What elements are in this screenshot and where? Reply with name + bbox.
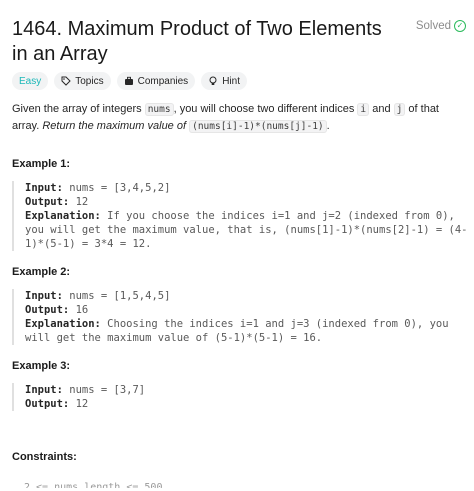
input-label: Input: [25,290,63,302]
tag-row: Easy Topics Companies Hint [12,72,247,90]
example-1-heading: Example 1: [12,158,71,170]
topics-button[interactable]: Topics [54,72,111,90]
solved-label: Solved [415,20,451,32]
desc-text: , you will choose two different indices [173,103,358,115]
constraints-heading: Constraints: [12,451,77,463]
inline-code: i [357,103,370,116]
check-circle-icon: ✓ [454,20,466,32]
difficulty-badge: Easy [12,72,49,90]
explanation-label: Explanation: [25,318,101,330]
hint-label: Hint [222,75,240,87]
lightbulb-icon [209,76,217,85]
solved-status: Solved ✓ [416,20,466,32]
example-2-heading: Example 2: [12,266,71,278]
desc-italic: Return the maximum value of [42,120,187,132]
briefcase-icon [124,76,133,85]
output-label: Output: [25,304,70,316]
input-value: nums = [1,5,4,5] [62,290,171,302]
constraint-item-partial: 2 <= nums.length <= 500 [24,482,163,488]
hint-button[interactable]: Hint [201,72,247,90]
topics-label: Topics [75,75,104,87]
input-label: Input: [25,384,63,396]
desc-text: . [326,120,330,132]
output-value: 12 [69,196,89,208]
example-3-block: Input: nums = [3,7] Output: 12 [12,383,474,411]
example-3-heading: Example 3: [12,360,71,372]
example-2-block: Input: nums = [1,5,4,5] Output: 16 Expla… [12,289,474,345]
inline-code: nums [144,103,174,116]
tag-icon [61,76,71,86]
desc-text: and [369,103,394,115]
output-label: Output: [25,398,70,410]
problem-description: Given the array of integers nums, you wi… [12,101,464,135]
inline-code: j [393,103,406,116]
output-value: 16 [69,304,89,316]
problem-title: 1464. Maximum Product of Two Elements in… [12,18,382,65]
input-value: nums = [3,7] [62,384,146,396]
companies-label: Companies [137,75,189,87]
desc-text: Given the array of integers [12,103,145,115]
explanation-label: Explanation: [25,210,101,222]
output-value: 12 [69,398,89,410]
inline-code: (nums[i]-1)*(nums[j]-1) [189,120,327,133]
companies-button[interactable]: Companies [116,72,196,90]
input-label: Input: [25,182,63,194]
output-label: Output: [25,196,70,208]
example-1-block: Input: nums = [3,4,5,2] Output: 12 Expla… [12,181,474,251]
input-value: nums = [3,4,5,2] [62,182,171,194]
